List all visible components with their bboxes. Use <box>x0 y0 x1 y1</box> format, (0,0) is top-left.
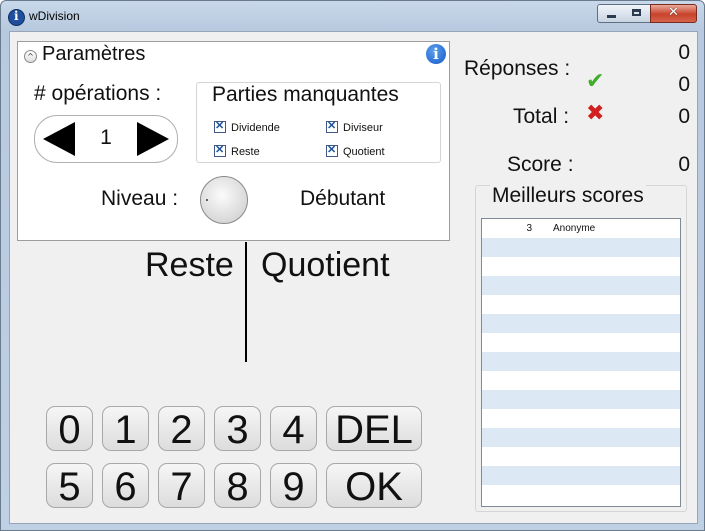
total-label: Total : <box>513 105 570 128</box>
app-window: wDivision ✕ ^ Paramètres i # opérations … <box>0 0 705 531</box>
wrong-count: 0 <box>678 73 690 96</box>
level-value: Débutant <box>300 187 386 210</box>
key-5[interactable]: 5 <box>46 463 93 509</box>
checkbox-label: Diviseur <box>343 122 383 134</box>
division-separator <box>245 242 247 362</box>
key-3[interactable]: 3 <box>214 406 261 452</box>
info-icon[interactable]: i <box>426 44 446 64</box>
parameters-title: Paramètres <box>42 43 146 65</box>
close-icon: ✕ <box>668 5 679 20</box>
key-0[interactable]: 0 <box>46 406 93 452</box>
level-knob[interactable] <box>200 176 248 224</box>
table-row[interactable] <box>482 257 680 276</box>
key-7[interactable]: 7 <box>158 463 205 509</box>
checkbox-diviseur[interactable]: Diviseur <box>326 119 383 134</box>
operations-label: # opérations : <box>34 82 162 105</box>
best-scores-list[interactable]: 3 Anonyme <box>481 218 681 507</box>
best-scores-group: Meilleurs scores 3 Anonyme <box>475 184 687 512</box>
score-label: Score : <box>507 153 574 176</box>
collapse-icon[interactable]: ^ <box>24 50 37 63</box>
name-cell: Anonyme <box>553 223 596 234</box>
checkbox-checked-icon <box>214 119 226 133</box>
table-row[interactable] <box>482 314 680 333</box>
increment-arrow-icon[interactable] <box>137 122 169 156</box>
checkbox-reste[interactable]: Reste <box>214 143 260 158</box>
table-row[interactable] <box>482 352 680 371</box>
quotient-label: Quotient <box>261 246 390 284</box>
table-row[interactable] <box>482 390 680 409</box>
key-9[interactable]: 9 <box>270 463 317 509</box>
parameters-panel: ^ Paramètres i # opérations : 1 Parties … <box>17 41 450 241</box>
correct-count: 0 <box>678 41 690 64</box>
key-2[interactable]: 2 <box>158 406 205 452</box>
checkbox-label: Dividende <box>231 122 280 134</box>
checkbox-checked-icon <box>326 143 338 157</box>
missing-parts-title: Parties manquantes <box>212 83 399 106</box>
answers-label: Réponses : <box>464 57 571 80</box>
cross-icon: ✖ <box>586 101 605 126</box>
table-row[interactable] <box>482 409 680 428</box>
remainder-label: Reste <box>145 246 234 284</box>
checkbox-label: Quotient <box>343 146 385 158</box>
operations-stepper: 1 <box>34 115 178 163</box>
app-icon[interactable] <box>8 9 25 26</box>
checkbox-checked-icon <box>214 143 226 157</box>
checkbox-dividende[interactable]: Dividende <box>214 119 280 134</box>
key-1[interactable]: 1 <box>102 406 149 452</box>
close-button[interactable]: ✕ <box>650 4 697 23</box>
key-6[interactable]: 6 <box>102 463 149 509</box>
best-scores-title: Meilleurs scores <box>490 184 646 208</box>
checkbox-quotient[interactable]: Quotient <box>326 143 385 158</box>
table-row[interactable] <box>482 371 680 390</box>
level-label: Niveau : <box>101 187 179 210</box>
table-row[interactable]: 3 Anonyme <box>482 219 680 238</box>
maximize-icon <box>632 9 641 16</box>
table-row[interactable] <box>482 485 680 504</box>
total-value: 0 <box>678 105 690 128</box>
table-row[interactable] <box>482 276 680 295</box>
table-row[interactable] <box>482 295 680 314</box>
operations-value: 1 <box>100 126 112 149</box>
key-4[interactable]: 4 <box>270 406 317 452</box>
table-row[interactable] <box>482 447 680 466</box>
checkbox-checked-icon <box>326 119 338 133</box>
score-value: 0 <box>678 153 690 176</box>
decrement-arrow-icon[interactable] <box>43 122 75 156</box>
window-title: wDivision <box>29 9 80 23</box>
table-row[interactable] <box>482 428 680 447</box>
table-row[interactable] <box>482 333 680 352</box>
score-cell: 3 <box>526 223 532 234</box>
key-8[interactable]: 8 <box>214 463 261 509</box>
minimize-button[interactable] <box>597 4 626 23</box>
missing-parts-group: Parties manquantes Dividende Diviseur Re… <box>196 82 441 163</box>
title-bar[interactable]: wDivision ✕ <box>1 1 704 31</box>
table-row[interactable] <box>482 466 680 485</box>
knob-indicator <box>206 199 208 201</box>
ok-button[interactable]: OK <box>326 463 422 509</box>
table-row[interactable] <box>482 238 680 257</box>
check-icon: ✔ <box>586 69 605 94</box>
main-content: ^ Paramètres i # opérations : 1 Parties … <box>9 31 698 524</box>
checkbox-label: Reste <box>231 146 260 158</box>
delete-button[interactable]: DEL <box>326 406 422 452</box>
minimize-icon <box>607 15 616 18</box>
maximize-button[interactable] <box>624 4 651 23</box>
